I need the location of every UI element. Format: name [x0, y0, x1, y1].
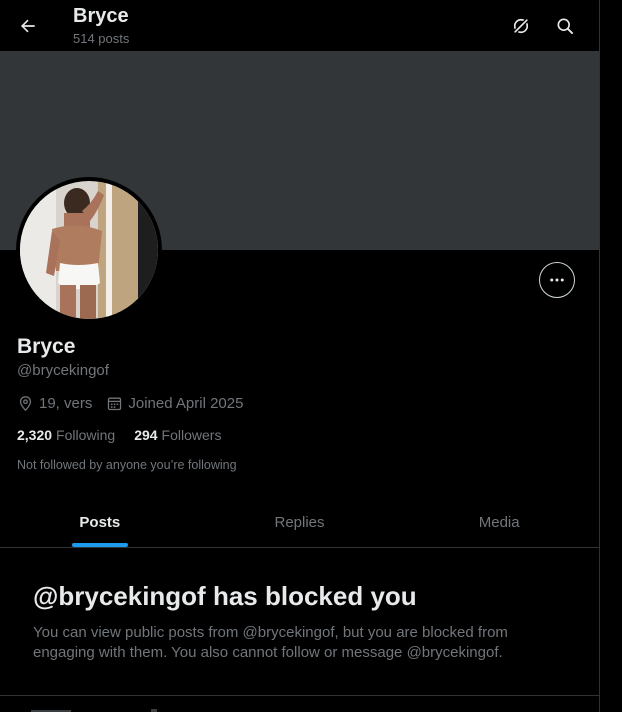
followers-count: 294 [134, 427, 158, 443]
joined-text: Joined April 2025 [128, 395, 244, 412]
header-post-count: 514 posts [73, 31, 130, 46]
blocked-message: You can view public posts from @brycekin… [33, 624, 508, 661]
grok-icon [512, 17, 530, 35]
tab-replies-label: Replies [274, 513, 325, 531]
top-bar: Bryce 514 posts [0, 0, 599, 51]
profile-column: Bryce 514 posts Bryce @brycekingof 19, v… [0, 0, 600, 712]
grok-button[interactable] [507, 12, 535, 40]
tab-posts-label: Posts [79, 513, 121, 531]
avatar[interactable] [16, 177, 162, 323]
following-label: Following [56, 427, 116, 443]
avatar-photo [20, 181, 158, 319]
profile-joined: Joined April 2025 [106, 395, 243, 412]
blocked-title: @brycekingof has blocked you [33, 581, 417, 611]
followers-link[interactable]: 294 Followers [134, 427, 221, 443]
following-count: 2,320 [17, 427, 53, 443]
profile-handle: @brycekingof [17, 362, 109, 379]
search-button[interactable] [551, 12, 579, 40]
profile-location: 19, vers [17, 395, 92, 412]
arrow-left-icon [20, 19, 35, 33]
calendar-icon [108, 397, 122, 411]
back-button[interactable] [14, 12, 42, 40]
divider [0, 695, 599, 696]
tab-posts[interactable]: Posts [0, 497, 200, 547]
follow-stats: 2,320 Following 294 Followers [17, 427, 240, 443]
right-margin [600, 0, 622, 712]
cut-off-content [31, 700, 161, 712]
header-title: Bryce [73, 5, 129, 27]
profile-tabs: Posts Replies Media [0, 497, 599, 548]
not-followed-text: Not followed by anyone you’re following [17, 458, 237, 472]
following-link[interactable]: 2,320 Following [17, 427, 115, 443]
tab-replies[interactable]: Replies [200, 497, 400, 547]
more-button[interactable] [539, 262, 575, 298]
blocked-notice: @brycekingof has blocked you You can vie… [33, 580, 553, 663]
tab-media-label: Media [478, 513, 520, 531]
location-text: 19, vers [39, 395, 93, 412]
active-tab-indicator [71, 543, 128, 547]
tab-media[interactable]: Media [399, 497, 599, 547]
search-icon [557, 18, 573, 34]
profile-meta: 19, vers Joined April 2025 [17, 395, 257, 412]
location-pin-icon [19, 396, 32, 412]
profile-name: Bryce [17, 335, 76, 358]
followers-label: Followers [161, 427, 222, 443]
more-horizontal-icon [550, 278, 564, 282]
